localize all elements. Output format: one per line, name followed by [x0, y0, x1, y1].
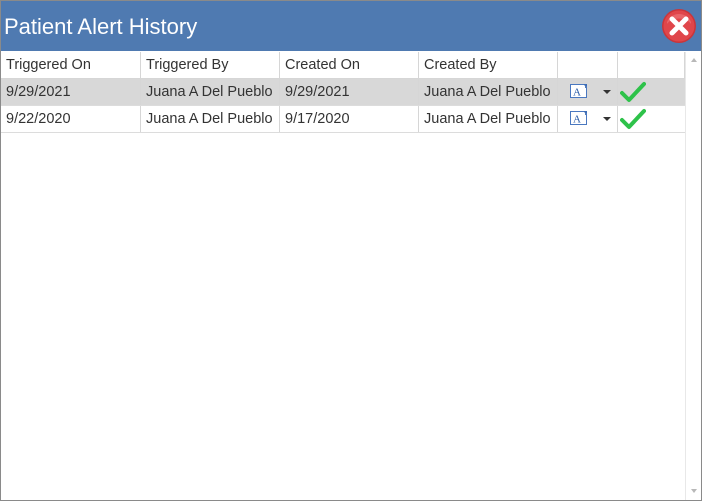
close-icon[interactable]: [661, 8, 697, 44]
checkmark-icon: [620, 82, 646, 102]
font-selector-cell: A: [558, 106, 618, 132]
scroll-up-icon[interactable]: [687, 53, 701, 67]
created-by-cell: Juana A Del Pueblo: [419, 106, 558, 132]
grid-header-row: Triggered On Triggered By Created On Cre…: [1, 52, 685, 79]
triggered-on-cell: 9/29/2021: [1, 79, 141, 105]
vertical-scrollbar[interactable]: [685, 52, 701, 500]
patient-alert-history-window: Patient Alert History Triggered On Trigg…: [0, 0, 702, 501]
column-header-created-by[interactable]: Created By: [419, 52, 558, 78]
created-by-cell: Juana A Del Pueblo: [419, 79, 558, 105]
created-on-cell: 9/17/2020: [280, 106, 419, 132]
alert-history-grid: Triggered On Triggered By Created On Cre…: [1, 52, 701, 500]
column-header-status[interactable]: [618, 52, 685, 78]
scroll-down-icon[interactable]: [687, 484, 701, 498]
column-header-font[interactable]: [558, 52, 618, 78]
created-on-cell: 9/29/2021: [280, 79, 419, 105]
status-cell: [618, 79, 685, 105]
triggered-by-cell: Juana A Del Pueblo: [141, 79, 280, 105]
column-header-created-on[interactable]: Created On: [280, 52, 419, 78]
table-row[interactable]: 9/22/2020 Juana A Del Pueblo 9/17/2020 J…: [1, 106, 685, 133]
svg-text:A: A: [573, 87, 581, 99]
title-bar: Patient Alert History: [1, 1, 701, 51]
checkmark-icon: [620, 109, 646, 129]
triggered-by-cell: Juana A Del Pueblo: [141, 106, 280, 132]
column-header-triggered-by[interactable]: Triggered By: [141, 52, 280, 78]
font-icon[interactable]: A: [570, 111, 589, 126]
column-header-triggered-on[interactable]: Triggered On: [1, 52, 141, 78]
font-icon[interactable]: A: [570, 84, 589, 99]
window-title: Patient Alert History: [4, 14, 198, 39]
font-selector-cell: A: [558, 79, 618, 105]
chevron-down-icon[interactable]: [602, 88, 612, 96]
chevron-down-icon[interactable]: [602, 115, 612, 123]
svg-text:A: A: [573, 114, 581, 126]
table-row[interactable]: 9/29/2021 Juana A Del Pueblo 9/29/2021 J…: [1, 79, 685, 106]
triggered-on-cell: 9/22/2020: [1, 106, 141, 132]
status-cell: [618, 106, 685, 132]
